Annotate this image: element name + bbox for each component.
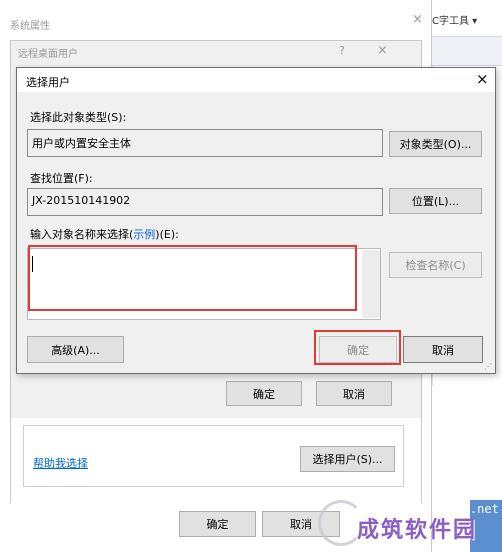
system-properties-title: 系统属性	[10, 21, 50, 32]
close-icon[interactable]: ×	[377, 43, 388, 58]
advanced-button[interactable]: 高级(A)...	[27, 336, 124, 363]
location-field: JX-201510141902	[27, 188, 383, 216]
object-names-label-suffix: )(E):	[155, 228, 179, 241]
annotation-highlight-ok	[314, 330, 401, 365]
system-properties-ok-button[interactable]: 确定	[179, 511, 256, 537]
examples-link[interactable]: 示例	[133, 228, 155, 241]
remote-desktop-ok-button[interactable]: 确定	[226, 381, 302, 406]
object-type-field: 用户或内置安全主体	[27, 129, 383, 157]
select-users-button[interactable]: 选择用户(S)...	[300, 446, 395, 472]
tools-menu[interactable]: C字工具 ▾	[432, 12, 477, 27]
remote-desktop-cancel-button[interactable]: 取消	[316, 381, 392, 406]
location-label: 查找位置(F):	[30, 172, 93, 185]
locations-button[interactable]: 位置(L)...	[389, 188, 482, 214]
watermark-brand: 成筑软件园	[357, 518, 478, 543]
scrollbar[interactable]	[362, 250, 380, 318]
object-names-label: 输入对象名称来选择(示例)(E):	[30, 226, 179, 242]
dialog-title: 选择用户	[26, 76, 70, 89]
close-icon[interactable]: ×	[476, 70, 489, 88]
close-icon[interactable]: ×	[412, 12, 423, 27]
check-names-button[interactable]: 检查名称(C)	[389, 252, 482, 278]
annotation-highlight-input	[28, 245, 357, 311]
object-type-label: 选择此对象类型(S):	[30, 111, 127, 124]
remote-desktop-users-title: 远程桌面用户	[18, 49, 78, 60]
object-names-label-prefix: 输入对象名称来选择(	[30, 228, 134, 241]
help-icon[interactable]: ?	[339, 44, 345, 57]
cancel-button[interactable]: 取消	[403, 336, 483, 363]
toolbar-band	[432, 36, 502, 66]
dialog-titlebar	[17, 68, 495, 92]
resize-grip-icon[interactable]: ⋰	[484, 362, 492, 371]
help-me-choose-link[interactable]: 帮助我选择	[33, 455, 88, 471]
object-types-button[interactable]: 对象类型(O)...	[389, 131, 482, 157]
